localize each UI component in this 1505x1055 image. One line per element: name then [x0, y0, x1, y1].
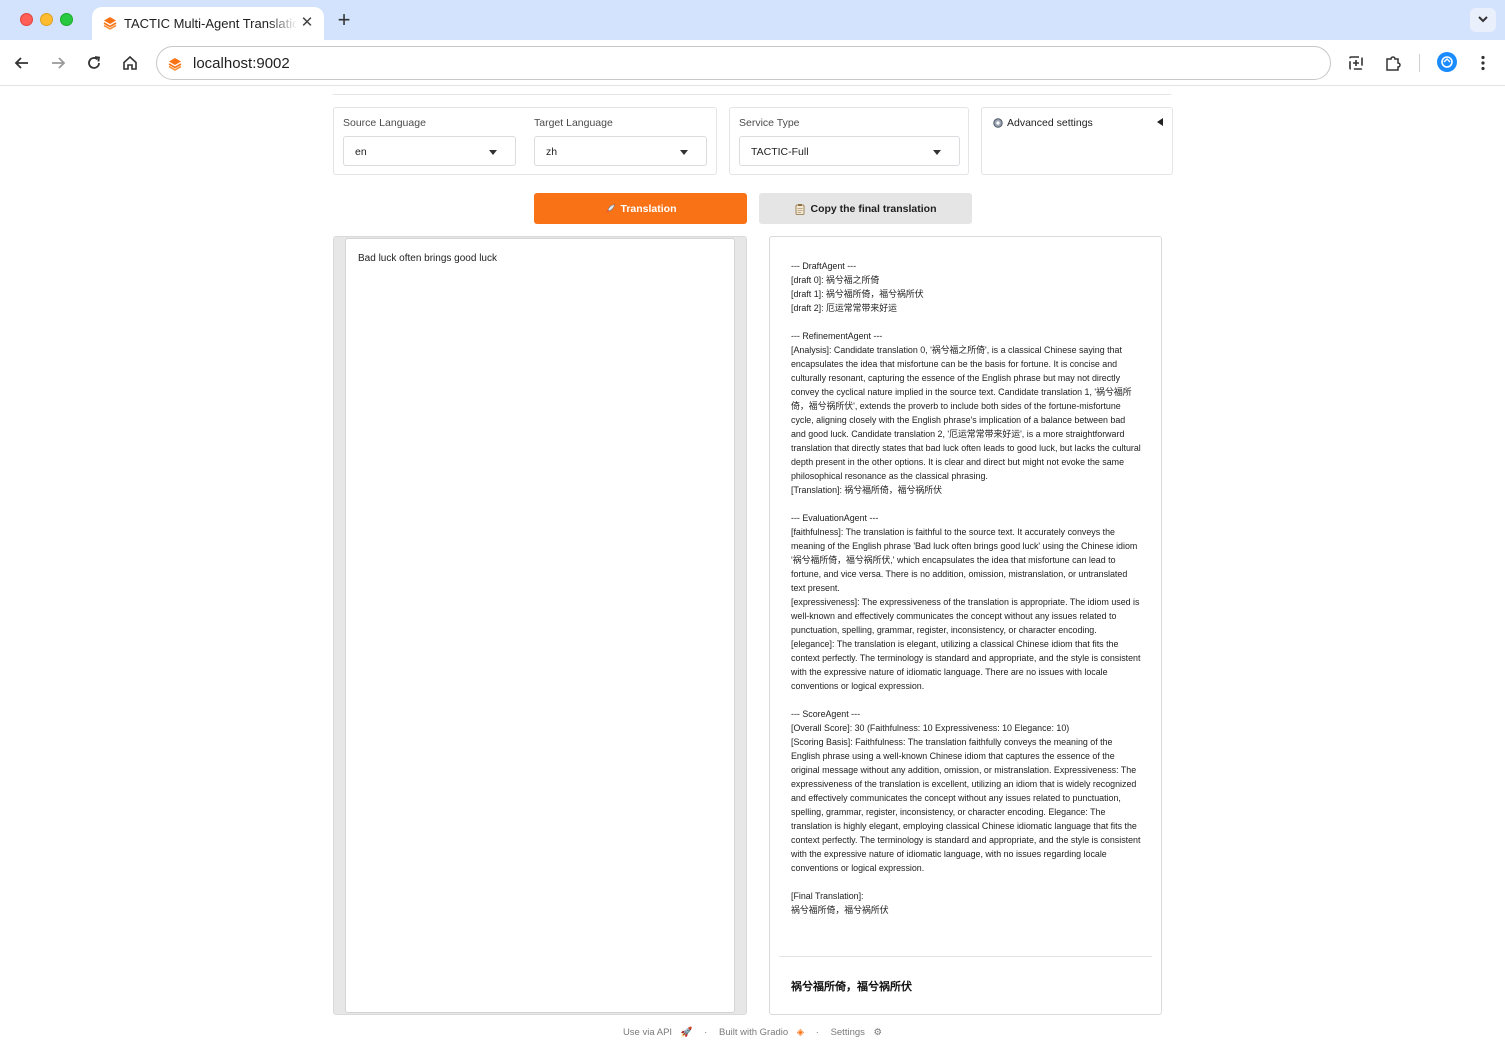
gradio-logo-icon: ◈ — [796, 1027, 805, 1038]
extensions-button[interactable] — [1381, 51, 1405, 75]
footer-separator: · — [815, 1027, 819, 1038]
target-language-label: Target Language — [534, 117, 613, 129]
service-type-value: TACTIC-Full — [751, 146, 809, 158]
built-with-gradio-label: Built with Gradio — [718, 1027, 789, 1038]
arrow-right-icon — [52, 57, 66, 69]
gradio-footer: Use via API 🚀 · Built with Gradio ◈ · Se… — [0, 1027, 1505, 1038]
tab-search-button[interactable] — [1470, 8, 1496, 32]
evaluation-elegance: [elegance]: The translation is elegant, … — [791, 639, 1141, 691]
source-text-panel: Bad luck often brings good luck — [333, 236, 747, 1015]
window-maximize-button[interactable] — [60, 13, 73, 26]
top-divider — [333, 94, 1171, 95]
new-tab-button[interactable]: + — [334, 8, 354, 32]
copy-translation-button[interactable]: Copy the final translation — [759, 193, 972, 224]
target-language-value: zh — [546, 146, 558, 158]
final-translation-text: 祸兮福所倚，福兮祸所伏 — [791, 905, 889, 915]
agent-log: --- DraftAgent --- [draft 0]: 祸兮福之所倚 [dr… — [791, 259, 1141, 917]
home-button[interactable] — [118, 51, 142, 75]
language-panel: Source Language en Target Language zh — [333, 107, 717, 175]
rocket-icon — [606, 203, 616, 213]
tab-title-fade — [268, 13, 298, 33]
browser-tabstrip: TACTIC Multi-Agent Translation ✕ + — [0, 0, 1505, 40]
source-language-value: en — [355, 146, 367, 158]
output-divider — [779, 956, 1152, 957]
home-icon — [123, 55, 137, 70]
service-type-dropdown[interactable]: TACTIC-Full — [739, 136, 960, 166]
back-button[interactable] — [10, 51, 34, 75]
toolbar-divider — [1419, 54, 1420, 72]
profile-icon — [1441, 56, 1453, 68]
service-type-label: Service Type — [739, 117, 800, 129]
url-text[interactable]: localhost:9002 — [193, 55, 290, 72]
draft-line: [draft 0]: 祸兮福之所倚 — [791, 275, 880, 285]
translate-button-label: Translation — [620, 202, 677, 215]
browser-menu-button[interactable] — [1471, 51, 1495, 75]
final-translation-label: [Final Translation]: — [791, 891, 864, 901]
gear-icon — [993, 118, 1003, 128]
gear-icon: ⚙ — [873, 1027, 883, 1038]
page-viewport: Source Language en Target Language zh Se… — [0, 87, 1505, 1055]
evaluation-expressiveness: [expressiveness]: The expressiveness of … — [791, 597, 1140, 635]
address-bar[interactable]: localhost:9002 — [156, 46, 1331, 80]
source-textarea[interactable]: Bad luck often brings good luck — [345, 238, 735, 1013]
tab-close-icon[interactable]: ✕ — [299, 15, 315, 31]
refinement-agent-header: --- RefinementAgent --- — [791, 331, 883, 341]
service-type-panel: Service Type TACTIC-Full — [729, 107, 969, 175]
score-agent-header: --- ScoreAgent --- — [791, 709, 861, 719]
puzzle-icon — [1386, 56, 1401, 71]
overall-score: [Overall Score]: 30 (Faithfulness: 10 Ex… — [791, 723, 1070, 733]
translate-button[interactable]: Translation — [534, 193, 747, 224]
settings-label: Settings — [830, 1027, 865, 1038]
footer-separator: · — [704, 1027, 708, 1038]
window-close-button[interactable] — [20, 13, 33, 26]
clipboard-icon — [796, 203, 805, 215]
gradio-favicon-icon — [103, 17, 117, 30]
source-language-label: Source Language — [343, 117, 426, 129]
final-translation-display: 祸兮福所倚，福兮祸所伏 — [791, 981, 912, 993]
browser-tab-active[interactable]: TACTIC Multi-Agent Translation ✕ — [92, 7, 324, 40]
more-vertical-icon — [1481, 55, 1485, 71]
forward-button[interactable] — [46, 51, 70, 75]
draft-agent-header: --- DraftAgent --- — [791, 261, 857, 271]
install-app-button[interactable] — [1344, 51, 1368, 75]
copy-button-label: Copy the final translation — [810, 202, 937, 215]
settings-link[interactable]: Settings ⚙ — [828, 1027, 886, 1038]
use-via-api-link[interactable]: Use via API 🚀 — [620, 1027, 696, 1038]
advanced-settings-label: Advanced settings — [1007, 117, 1093, 129]
use-via-api-label: Use via API — [622, 1027, 673, 1038]
source-language-dropdown[interactable]: en — [343, 136, 516, 166]
chevron-down-icon — [1478, 16, 1488, 23]
built-with-gradio-link[interactable]: Built with Gradio ◈ — [716, 1027, 807, 1038]
evaluation-faithfulness: [faithfulness]: The translation is faith… — [791, 527, 1138, 593]
window-minimize-button[interactable] — [40, 13, 53, 26]
evaluation-agent-header: --- EvaluationAgent --- — [791, 513, 879, 523]
install-app-icon — [1349, 56, 1363, 70]
site-info-icon[interactable] — [167, 56, 183, 72]
profile-avatar[interactable] — [1437, 52, 1457, 72]
advanced-settings-toggle[interactable]: Advanced settings — [992, 117, 1093, 129]
caret-down-icon — [680, 150, 688, 155]
source-text: Bad luck often brings good luck — [358, 253, 497, 264]
draft-line: [draft 1]: 祸兮福所倚，福兮祸所伏 — [791, 289, 924, 299]
browser-toolbar: localhost:9002 — [0, 40, 1505, 86]
refinement-analysis: [Analysis]: Candidate translation 0, '祸兮… — [791, 345, 1141, 481]
scoring-basis: [Scoring Basis]: Faithfulness: The trans… — [791, 737, 1141, 873]
caret-down-icon — [933, 150, 941, 155]
collapse-arrow-icon[interactable] — [1157, 118, 1163, 126]
arrow-left-icon — [14, 57, 28, 69]
draft-line: [draft 2]: 厄运常常带来好运 — [791, 303, 898, 313]
translation-output-panel: --- DraftAgent --- [draft 0]: 祸兮福之所倚 [dr… — [769, 236, 1162, 1015]
reload-icon — [88, 56, 101, 69]
advanced-settings-panel[interactable]: Advanced settings — [981, 107, 1173, 175]
refinement-translation: [Translation]: 祸兮福所倚，福兮祸所伏 — [791, 485, 943, 495]
target-language-dropdown[interactable]: zh — [534, 136, 707, 166]
rocket-icon: 🚀 — [680, 1027, 693, 1038]
caret-down-icon — [489, 150, 497, 155]
reload-button[interactable] — [82, 51, 106, 75]
